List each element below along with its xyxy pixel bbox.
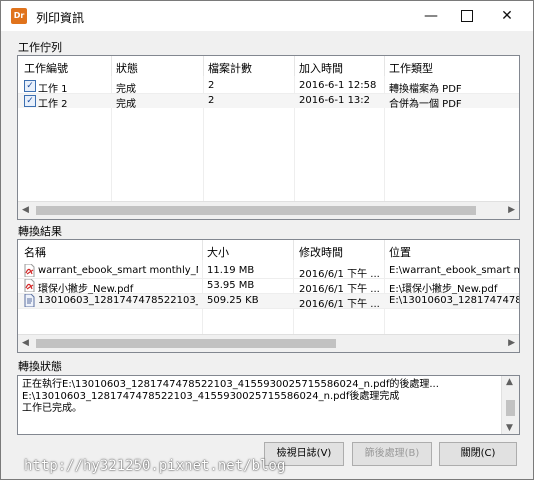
status-log-box[interactable]: 正在執行E:\13010603_1281747478522103_4155930… xyxy=(17,375,520,435)
job-added-time: 2016-6-1 13:2 xyxy=(299,95,371,106)
result-file-name[interactable]: 環保小撇步_New.pdf xyxy=(38,280,198,295)
results-header-modified[interactable]: 修改時間 xyxy=(299,244,343,260)
result-file-size: 11.19 MB xyxy=(207,265,255,276)
job-queue-list[interactable]: 工作編號 狀態 檔案計數 加入時間 工作類型 ✓ 工作 1 完成 2 2016-… xyxy=(17,55,520,220)
job-added-time: 2016-6-1 12:58 xyxy=(299,80,377,91)
pdf-icon xyxy=(24,264,35,277)
app-logo-icon: Dr xyxy=(11,8,27,24)
queue-header-id[interactable]: 工作編號 xyxy=(24,60,68,76)
result-file-name[interactable]: 13010603_1281747478522103_4... xyxy=(38,295,198,306)
result-location: E:\環保小撇步_New.pdf xyxy=(389,284,498,295)
results-section-label: 轉換結果 xyxy=(18,225,62,238)
queue-header-status[interactable]: 狀態 xyxy=(116,60,138,76)
column-divider[interactable] xyxy=(202,240,203,260)
job-file-count: 2 xyxy=(208,95,215,106)
window-title: 列印資訊 xyxy=(36,11,85,25)
result-modified: 2016/6/1 下午 ... xyxy=(299,299,380,310)
job-checkbox-icon[interactable]: ✓ xyxy=(24,80,36,92)
results-list[interactable]: 名稱 大小 修改時間 位置 warrant_ebook_smart monthl… xyxy=(17,239,520,353)
print-info-dialog: Dr 列印資訊 — ✕ 工作佇列 工作編號 狀態 檔案計數 加入時間 工作類型 … xyxy=(0,0,534,480)
result-location: E:\13010603_1281747478522 xyxy=(389,295,519,306)
column-divider[interactable] xyxy=(203,56,204,76)
maximize-icon xyxy=(461,10,473,22)
result-location: E:\warrant_ebook_smart mor xyxy=(389,265,519,276)
status-section-label: 轉換狀態 xyxy=(18,360,62,373)
pdf-doc-icon xyxy=(24,294,35,307)
queue-header-time[interactable]: 加入時間 xyxy=(299,60,343,76)
job-type: 合併為一個 PDF xyxy=(389,99,462,110)
column-divider[interactable] xyxy=(294,56,295,76)
scroll-down-icon[interactable]: ▼ xyxy=(506,423,513,433)
queue-section-label: 工作佇列 xyxy=(18,41,62,54)
title-bar: Dr 列印資訊 — ✕ xyxy=(1,1,533,31)
scroll-right-icon[interactable]: ▶ xyxy=(508,205,515,215)
result-file-name[interactable]: warrant_ebook_smart monthly_N... xyxy=(38,265,198,276)
scroll-left-icon[interactable]: ◀ xyxy=(22,338,29,348)
job-checkbox-icon[interactable]: ✓ xyxy=(24,95,36,107)
status-line: 工作已完成。 xyxy=(22,403,82,414)
scroll-left-icon[interactable]: ◀ xyxy=(22,205,29,215)
status-line: 正在執行E:\13010603_1281747478522103_4155930… xyxy=(22,379,439,390)
column-divider[interactable] xyxy=(384,56,385,76)
results-header-size[interactable]: 大小 xyxy=(207,244,229,260)
close-window-button[interactable]: ✕ xyxy=(487,1,527,31)
scroll-thumb[interactable] xyxy=(506,400,515,416)
grid-line xyxy=(18,278,519,279)
horizontal-scrollbar[interactable]: ◀ ▶ xyxy=(18,201,519,219)
column-divider[interactable] xyxy=(111,56,112,76)
results-header-location[interactable]: 位置 xyxy=(389,244,411,260)
queue-header-count[interactable]: 檔案計數 xyxy=(208,60,252,76)
job-status: 完成 xyxy=(116,99,136,110)
result-file-size: 53.95 MB xyxy=(207,280,255,291)
vertical-scrollbar[interactable]: ▲ ▼ xyxy=(501,376,519,434)
job-id[interactable]: 工作 2 xyxy=(38,95,68,110)
maximize-button[interactable] xyxy=(447,1,487,31)
scroll-thumb[interactable] xyxy=(36,206,476,215)
result-modified: 2016/6/1 下午 ... xyxy=(299,284,380,295)
blog-watermark: http://hy321250.pixnet.net/blog xyxy=(24,458,286,474)
job-type: 轉換檔案為 PDF xyxy=(389,84,462,95)
grid-line xyxy=(18,308,519,309)
status-line: E:\13010603_1281747478522103_41559300257… xyxy=(22,391,400,402)
job-id[interactable]: 工作 1 xyxy=(38,80,68,95)
post-process-button[interactable]: 篩後處理(B) xyxy=(352,442,432,466)
minimize-button[interactable]: — xyxy=(411,1,451,31)
horizontal-scrollbar[interactable]: ◀ ▶ xyxy=(18,334,519,352)
scroll-right-icon[interactable]: ▶ xyxy=(508,338,515,348)
column-divider[interactable] xyxy=(293,240,294,260)
job-status: 完成 xyxy=(116,84,136,95)
column-divider[interactable] xyxy=(384,240,385,260)
job-file-count: 2 xyxy=(208,80,215,91)
scroll-thumb[interactable] xyxy=(36,339,336,348)
pdf-icon xyxy=(24,279,35,292)
result-modified: 2016/6/1 下午 ... xyxy=(299,269,380,280)
queue-header-type[interactable]: 工作類型 xyxy=(389,60,433,76)
close-button[interactable]: 關閉(C) xyxy=(439,442,517,466)
result-file-size: 509.25 KB xyxy=(207,295,259,306)
scroll-up-icon[interactable]: ▲ xyxy=(506,377,513,387)
results-header-name[interactable]: 名稱 xyxy=(24,244,46,260)
queue-grid: 工作編號 狀態 檔案計數 加入時間 工作類型 ✓ 工作 1 完成 2 2016-… xyxy=(18,56,519,219)
